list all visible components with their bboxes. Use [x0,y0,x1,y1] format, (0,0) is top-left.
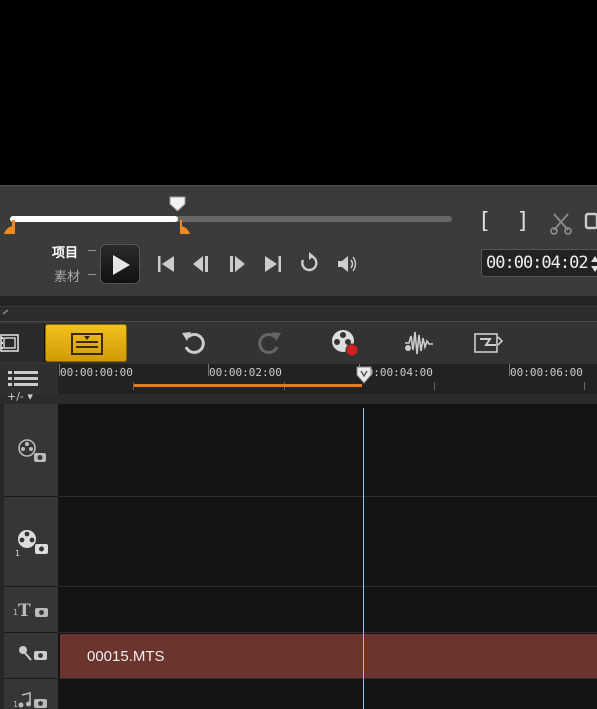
mode-clip-label[interactable]: 素材 [54,266,80,285]
play-button[interactable] [100,244,140,284]
preview-range-bar[interactable] [134,384,362,387]
timeline-view-icon [71,333,103,355]
scissors-icon[interactable] [548,210,574,236]
title-track-lane[interactable] [58,587,597,633]
scrub-progress [10,216,178,222]
timeline-playhead-line [363,408,364,709]
previous-frame-icon[interactable] [188,251,214,277]
overlay-track-icon: 1 [15,530,48,557]
trim-out-handle[interactable] [179,220,193,236]
record-capture-icon[interactable] [329,327,361,359]
sound-mixer-icon[interactable] [403,327,435,359]
end-icon[interactable] [260,251,286,277]
ruler-minor-tick [584,382,585,390]
music-track-lane[interactable] [58,679,597,709]
ruler-tick-label: 00:00:00:00 [60,366,133,379]
overlay-track-header[interactable]: 1 [4,497,58,587]
scrubber-handle[interactable] [169,196,186,212]
voice-clip[interactable]: 00015.MTS [60,634,597,678]
music-track-icon: 1 [13,691,47,709]
mode-project-label[interactable]: 项目 [52,242,78,261]
redo-icon[interactable] [253,327,285,359]
auto-music-icon[interactable] [472,327,504,359]
timeline-ruler[interactable]: 00:00:00:00 00:00:02:00 00:00:04:00 00:0… [58,364,597,395]
zoom-label: +/- ▾ [7,390,33,403]
mark-in-button[interactable]: [ [481,209,490,234]
timecode-field[interactable]: 00:00:04:02 [481,249,597,277]
svg-text:T: T [18,601,31,621]
repeat-icon[interactable] [297,250,323,276]
timeline-view-button[interactable] [45,324,127,362]
grip-icon [2,309,9,315]
music-track-header[interactable]: 1 [4,679,58,709]
video-track-lane[interactable] [58,404,597,497]
splitter-bar[interactable] [0,306,597,321]
play-icon [113,255,130,275]
undo-icon[interactable] [178,327,210,359]
title-track-icon: 1 T [13,601,48,621]
filmstrip-icon [0,334,19,352]
preview-window [0,0,597,185]
trim-in-handle[interactable] [0,220,18,236]
timecode-value: 00:00:04:02 [486,253,589,273]
volume-icon[interactable] [334,251,360,277]
timeline-playhead-handle[interactable] [356,366,372,384]
player-panel: 项目 素材 [ ] 00:00:04:02 [0,185,597,296]
ruler-tick-label: 00:00:02:00 [209,366,282,379]
title-track-header[interactable]: 1 T [4,587,58,633]
mode-divider [88,250,96,251]
ruler-tick-label: 00:00:06:00 [510,366,583,379]
ruler-minor-tick [434,382,435,390]
timeline-toolbar [0,321,597,365]
spinner-icon[interactable] [590,254,597,274]
zoom-control[interactable]: +/- ▾ [0,390,58,404]
home-icon[interactable] [153,251,179,277]
voice-track-icon [19,646,47,661]
copy-icon[interactable] [583,210,597,236]
clip-name: 00015.MTS [87,648,165,665]
next-frame-icon[interactable] [224,251,250,277]
mode-divider [88,274,96,275]
svg-text:1: 1 [15,549,20,557]
video-track-icon [18,439,46,462]
video-track-header[interactable] [4,404,58,497]
track-list-icon [8,371,38,386]
storyboard-view-button[interactable] [0,324,45,362]
mark-out-button[interactable]: ] [518,209,527,234]
overlay-track-lane[interactable] [58,497,597,587]
voice-track-header[interactable] [4,633,58,679]
svg-text:1: 1 [13,700,18,709]
ruler-footer [58,394,597,404]
